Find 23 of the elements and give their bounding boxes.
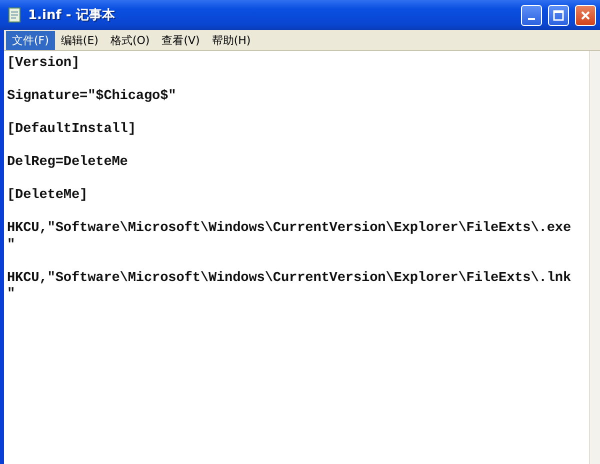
menu-item[interactable]: 文件(F)	[6, 30, 55, 50]
menu-item[interactable]: 帮助(H)	[206, 30, 257, 50]
text-line: [Version]	[7, 56, 81, 72]
text-line: "	[7, 287, 16, 304]
maximize-icon	[553, 10, 564, 20]
text-line: HKCU,"Software\Microsoft\Windows\CurrentVersion\Explorer\FileExts\.exe	[7, 221, 572, 238]
menu-item[interactable]: 编辑(E)	[54, 30, 104, 50]
close-button[interactable]	[575, 4, 596, 26]
scrollbar[interactable]	[589, 51, 600, 464]
minimize-icon	[528, 18, 535, 20]
text-line: [DefaultInstall]	[7, 122, 137, 138]
text-line: Signature="$Chicago$"	[7, 89, 178, 106]
text-line: "	[7, 238, 16, 254]
menu-item[interactable]: 格式(O)	[104, 30, 156, 50]
text-line: DelReg=DeleteMe	[7, 155, 129, 172]
maximize-button[interactable]	[548, 4, 569, 26]
text-line: [DeleteMe]	[7, 188, 89, 204]
text-line: HKCU,"Software\Microsoft\Windows\CurrentVersion\Explorer\FileExts\.lnk	[7, 270, 572, 287]
window-title: 1.inf - 记事本	[28, 7, 116, 24]
menu-item[interactable]: 查看(V)	[156, 30, 206, 50]
notepad-icon	[8, 7, 22, 23]
close-icon	[580, 10, 591, 20]
minimize-button[interactable]	[521, 4, 542, 26]
